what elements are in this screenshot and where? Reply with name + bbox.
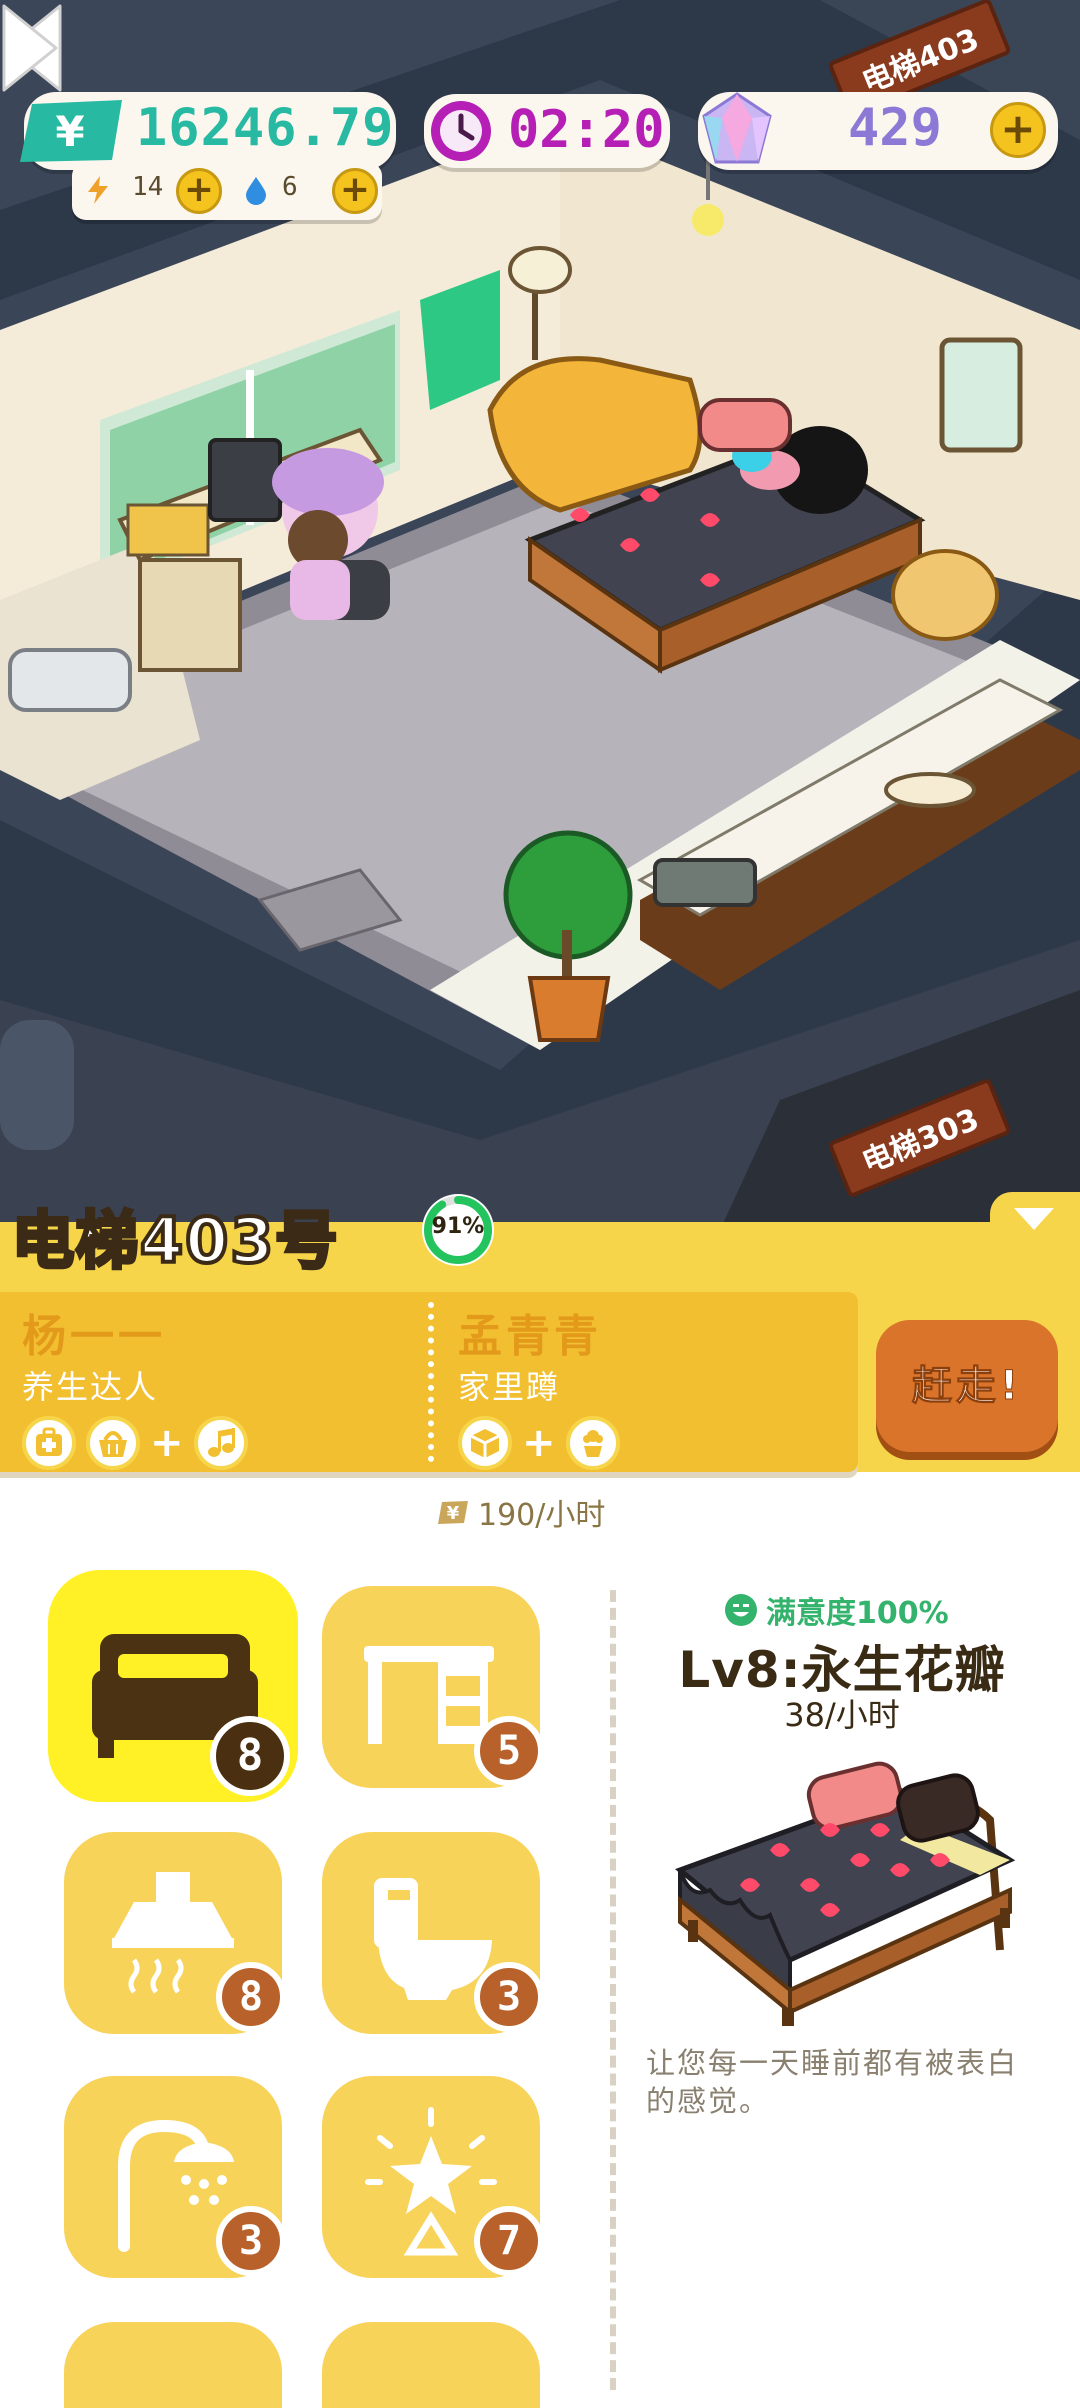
tenants-card: 杨一一 养生达人 + 孟青青 家里蹲 + <box>0 1292 858 1472</box>
resource-counters: 14 + 6 + <box>72 162 382 220</box>
add-gems-button[interactable]: + <box>990 102 1046 158</box>
package-icon <box>458 1416 512 1470</box>
category-count-badge: 8 <box>210 1716 290 1796</box>
money-icon: ¥ <box>438 1501 468 1524</box>
item-rate: 38/小时 <box>784 1696 900 1734</box>
svg-text:¥: ¥ <box>55 107 84 156</box>
tenant-name: 孟青青 <box>458 1311 602 1362</box>
gem-value: 429 <box>848 98 942 158</box>
basket-icon <box>86 1416 140 1470</box>
money-counter: ¥ 16246.79 <box>20 92 396 170</box>
item-description: 让您每一天睡前都有被表白的感觉。 <box>646 2046 1019 2118</box>
flower-pot-icon <box>565 1416 620 1470</box>
energy-icon <box>88 176 108 204</box>
kick-out-button[interactable]: 赶走! <box>876 1320 1058 1452</box>
music-note-icon <box>193 1416 248 1470</box>
category-tile[interactable] <box>322 2322 540 2408</box>
timer: 02:20 <box>424 94 670 168</box>
smiley-icon <box>725 1594 757 1626</box>
plus-icon: + <box>522 1420 556 1466</box>
add-water-button[interactable]: + <box>332 168 378 214</box>
medkit-icon <box>22 1416 76 1470</box>
tenant-card[interactable]: 杨一一 养生达人 + <box>22 1300 422 1470</box>
category-count-badge: 5 <box>474 1716 544 1786</box>
category-lamp-tile[interactable]: 7 <box>322 2076 544 2278</box>
category-toilet-tile[interactable]: 3 <box>322 1832 544 2034</box>
item-satisfaction-value: 满意度100% <box>766 1596 949 1631</box>
chevron-down-icon <box>1014 1208 1054 1230</box>
water-drop-icon <box>246 177 266 205</box>
satisfaction-percent: 91% <box>431 1214 485 1239</box>
category-bed-tile[interactable]: 8 <box>48 1570 298 1802</box>
tenant-card[interactable]: 孟青青 家里蹲 + <box>458 1300 858 1470</box>
category-count-badge: 3 <box>216 2206 286 2276</box>
category-count-badge: 8 <box>216 1962 286 2032</box>
item-satisfaction: 满意度100% <box>724 1588 949 1632</box>
category-shower-tile[interactable]: 3 <box>64 2076 286 2278</box>
money-value: 16246.79 <box>136 98 395 158</box>
category-count-badge: 7 <box>474 2206 544 2276</box>
hourly-income-value: 190/小时 <box>478 1498 606 1533</box>
panel-divider <box>610 1590 616 2390</box>
time-value: 02:20 <box>508 100 665 160</box>
category-tile[interactable] <box>64 2322 282 2408</box>
tenant-trait: 养生达人 <box>22 1368 159 1406</box>
water-value: 6 <box>282 172 298 202</box>
plus-icon: + <box>150 1420 184 1466</box>
category-range-hood-tile[interactable]: 8 <box>64 1832 286 2034</box>
category-count-badge: 3 <box>474 1962 544 2032</box>
tenant-trait: 家里蹲 <box>458 1368 561 1406</box>
collapse-panel-button[interactable] <box>990 1192 1080 1252</box>
category-desk-tile[interactable]: 5 <box>322 1586 544 1788</box>
room-title: 电梯403号 <box>10 1202 340 1279</box>
gem-counter: 429 + <box>698 92 1058 170</box>
energy-value: 14 <box>132 172 164 202</box>
heart-bed-image <box>675 1761 1016 2026</box>
tenant-name: 杨一一 <box>22 1311 166 1362</box>
tenant-divider <box>428 1302 434 1462</box>
next-room-arrow-icon[interactable] <box>0 0 64 96</box>
svg-text:¥: ¥ <box>447 1503 460 1524</box>
add-energy-button[interactable]: + <box>176 168 222 214</box>
gem-icon <box>702 92 772 164</box>
money-icon: ¥ <box>20 100 122 162</box>
clock-icon <box>431 101 491 161</box>
hourly-income: ¥ 190/小时 <box>436 1490 605 1534</box>
